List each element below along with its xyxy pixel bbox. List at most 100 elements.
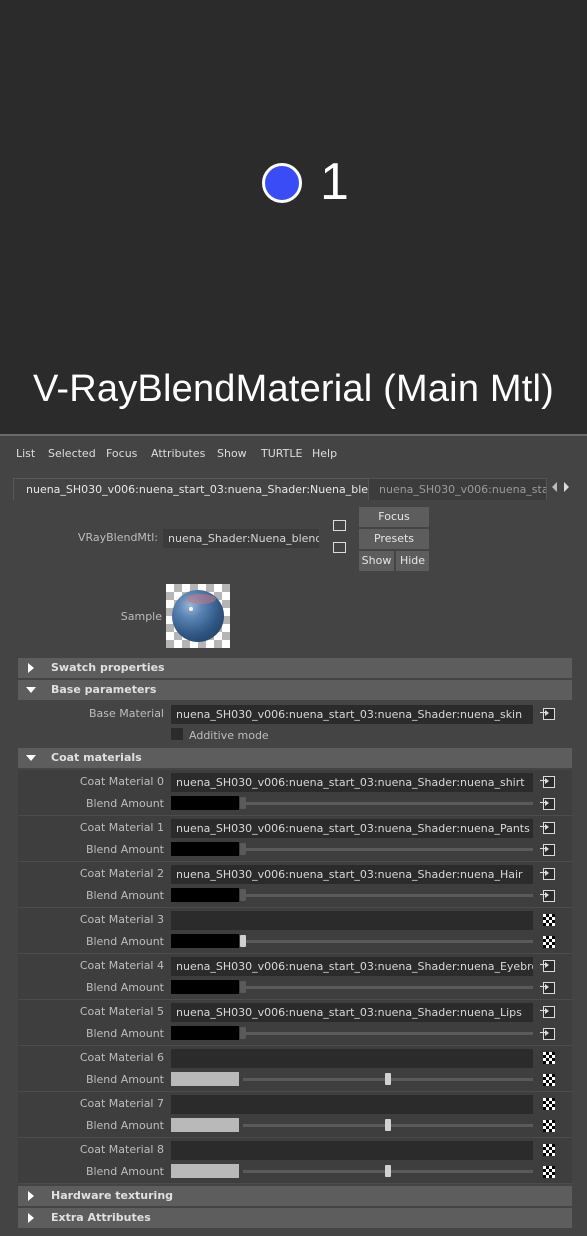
blend-color-swatch[interactable] <box>171 842 239 856</box>
title-overlay: V-RayBlendMaterial (Main Mtl) <box>32 368 555 410</box>
slider-handle[interactable] <box>240 935 246 947</box>
tab-scroll-left-icon[interactable] <box>552 482 557 492</box>
coat-material-field[interactable] <box>171 1141 533 1160</box>
map-button-icon[interactable] <box>540 708 555 720</box>
checker-map-icon[interactable] <box>543 936 555 948</box>
slider-handle[interactable] <box>385 1165 391 1177</box>
blend-amount-slider[interactable] <box>243 894 533 897</box>
coat-material-field[interactable] <box>171 1095 533 1114</box>
checker-map-icon[interactable] <box>543 1166 555 1178</box>
blend-color-swatch[interactable] <box>171 888 239 902</box>
expanded-arrow-icon <box>26 755 36 761</box>
checker-map-icon[interactable] <box>543 1120 555 1132</box>
menu-help[interactable]: Help <box>312 447 337 460</box>
coat-material-label: Coat Material 8 <box>79 1143 164 1156</box>
base-material-field[interactable]: nuena_SH030_v006:nuena_start_03:nuena_Sh… <box>171 705 533 724</box>
tab-nuena-blend-2[interactable]: nuena_SH030_v006:nuena_start_03:nuena_Sh… <box>368 478 547 502</box>
slider-handle[interactable] <box>385 1073 391 1085</box>
slider-handle[interactable] <box>240 1027 246 1039</box>
coat-material-field[interactable] <box>171 1049 533 1068</box>
input-connection-icon[interactable] <box>333 520 346 531</box>
sample-swatch[interactable] <box>166 584 230 648</box>
node-name-field[interactable]: nuena_Shader:Nuena_blend <box>163 529 319 548</box>
blend-amount-slider[interactable] <box>243 1032 533 1035</box>
material-sphere-icon <box>172 590 224 642</box>
blend-amount-label: Blend Amount <box>85 843 164 856</box>
coat-material-field[interactable]: nuena_SH030_v006:nuena_start_03:nuena_Sh… <box>171 819 533 838</box>
coat-material-label: Coat Material 6 <box>79 1051 164 1064</box>
menu-attributes[interactable]: Attributes <box>151 447 205 460</box>
slider-handle[interactable] <box>240 843 246 855</box>
coat-material-group: Coat Material 8 Blend Amount <box>18 1138 572 1184</box>
blend-color-swatch[interactable] <box>171 980 239 994</box>
focus-button[interactable]: Focus <box>359 507 429 527</box>
collapsed-arrow-icon <box>28 1191 34 1201</box>
blend-amount-slider[interactable] <box>243 986 533 989</box>
coat-material-field[interactable]: nuena_SH030_v006:nuena_start_03:nuena_Sh… <box>171 957 533 976</box>
coat-material-field[interactable]: nuena_SH030_v006:nuena_start_03:nuena_Sh… <box>171 773 533 792</box>
output-connection-icon[interactable] <box>333 542 346 553</box>
section-swatch-properties[interactable]: Swatch properties <box>18 658 572 678</box>
slider-handle[interactable] <box>240 889 246 901</box>
section-coat-materials[interactable]: Coat materials <box>18 748 572 768</box>
hide-button[interactable]: Hide <box>396 551 429 571</box>
map-button-icon[interactable] <box>540 960 555 972</box>
coat-material-group: Coat Material 2 nuena_SH030_v006:nuena_st… <box>18 862 572 908</box>
map-button-icon[interactable] <box>540 890 555 902</box>
sample-label: Sample <box>120 610 162 623</box>
checker-map-icon[interactable] <box>543 1098 555 1110</box>
blend-color-swatch[interactable] <box>171 1164 239 1178</box>
coat-material-group: Coat Material 7 Blend Amount <box>18 1092 572 1138</box>
map-button-icon[interactable] <box>540 1006 555 1018</box>
coat-material-group: Coat Material 1 nuena_SH030_v006:nuena_st… <box>18 816 572 862</box>
coat-material-group: Coat Material 0 nuena_SH030_v006:nuena_st… <box>18 770 572 816</box>
blend-color-swatch[interactable] <box>171 1118 239 1132</box>
blend-amount-slider[interactable] <box>243 940 533 943</box>
map-button-icon[interactable] <box>540 822 555 834</box>
map-button-icon[interactable] <box>540 844 555 856</box>
base-material-label: Base Material <box>89 707 164 720</box>
menu-list[interactable]: List <box>16 447 35 460</box>
coat-material-field[interactable] <box>171 911 533 930</box>
slider-handle[interactable] <box>240 797 246 809</box>
coat-material-group: Coat Material 3 Blend Amount <box>18 908 572 954</box>
blend-amount-slider[interactable] <box>243 848 533 851</box>
section-hardware-texturing[interactable]: Hardware texturing <box>18 1186 572 1206</box>
show-button[interactable]: Show <box>359 551 394 571</box>
menu-turtle[interactable]: TURTLE <box>261 447 302 460</box>
coat-material-field[interactable]: nuena_SH030_v006:nuena_start_03:nuena_Sh… <box>171 1003 533 1022</box>
slider-handle[interactable] <box>385 1119 391 1131</box>
map-button-icon[interactable] <box>540 1028 555 1040</box>
map-button-icon[interactable] <box>540 798 555 810</box>
blend-amount-label: Blend Amount <box>85 889 164 902</box>
blend-color-swatch[interactable] <box>171 934 239 948</box>
section-base-parameters[interactable]: Base parameters <box>18 680 572 700</box>
section-extra-attributes[interactable]: Extra Attributes <box>18 1208 572 1228</box>
node-type-label: VRayBlendMtl: <box>77 531 158 544</box>
coat-material-field[interactable]: nuena_SH030_v006:nuena_start_03:nuena_Sh… <box>171 865 533 884</box>
checker-map-icon[interactable] <box>543 1144 555 1156</box>
collapsed-arrow-icon <box>28 1213 34 1223</box>
tab-scroll-right-icon[interactable] <box>564 482 569 492</box>
node-area: VRayBlendMtl: nuena_Shader:Nuena_blend F… <box>10 500 582 1236</box>
slider-handle[interactable] <box>240 981 246 993</box>
checker-map-icon[interactable] <box>543 1074 555 1086</box>
menu-focus[interactable]: Focus <box>106 447 137 460</box>
blend-color-swatch[interactable] <box>171 1026 239 1040</box>
coat-material-group: Coat Material 4 nuena_SH030_v006:nuena_st… <box>18 954 572 1000</box>
blend-color-swatch[interactable] <box>171 1072 239 1086</box>
map-button-icon[interactable] <box>540 776 555 788</box>
tab-nuena-blend[interactable]: nuena_SH030_v006:nuena_start_03:nuena_Sh… <box>13 478 369 501</box>
checker-map-icon[interactable] <box>543 1052 555 1064</box>
map-button-icon[interactable] <box>540 982 555 994</box>
menu-show[interactable]: Show <box>217 447 247 460</box>
blend-color-swatch[interactable] <box>171 796 239 810</box>
blend-amount-slider[interactable] <box>243 802 533 805</box>
blend-amount-label: Blend Amount <box>85 935 164 948</box>
additive-mode-checkbox[interactable] <box>171 728 183 740</box>
presets-button[interactable]: Presets <box>359 529 429 549</box>
coat-material-label: Coat Material 3 <box>79 913 164 926</box>
checker-map-icon[interactable] <box>543 914 555 926</box>
menu-selected[interactable]: Selected <box>48 447 96 460</box>
map-button-icon[interactable] <box>540 868 555 880</box>
